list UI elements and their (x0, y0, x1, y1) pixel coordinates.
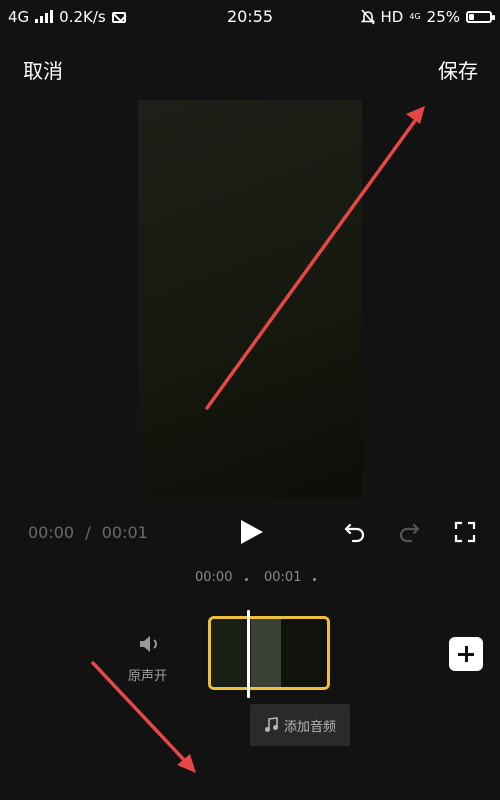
annotation-overlay (91, 106, 425, 773)
annotation-arrow-save (205, 106, 425, 410)
annotation-arrow-down (91, 661, 196, 773)
